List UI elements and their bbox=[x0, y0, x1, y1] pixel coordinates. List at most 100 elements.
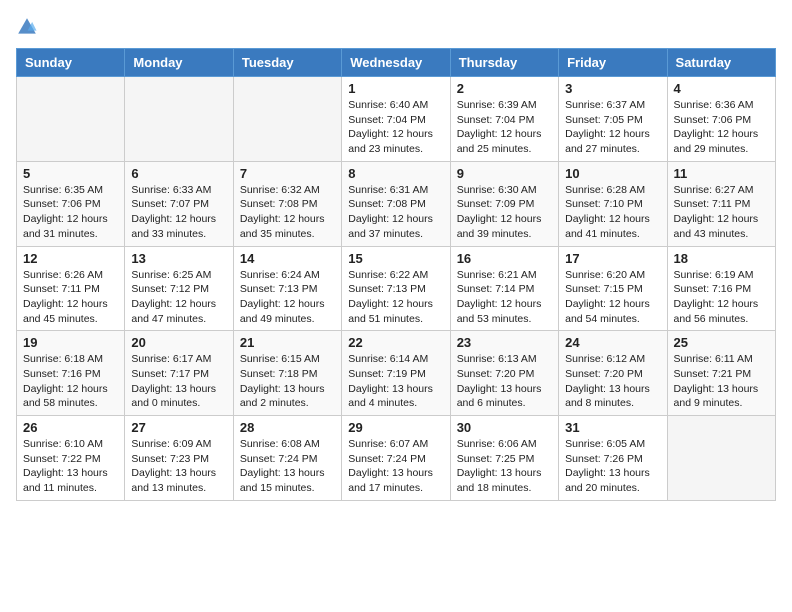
calendar-week-row: 26 Sunrise: 6:10 AMSunset: 7:22 PMDayligh… bbox=[17, 416, 776, 501]
day-number: 9 bbox=[457, 166, 552, 181]
day-number: 26 bbox=[23, 420, 118, 435]
calendar-week-row: 1 Sunrise: 6:40 AMSunset: 7:04 PMDaylight… bbox=[17, 77, 776, 162]
day-info: Sunrise: 6:10 AMSunset: 7:22 PMDaylight:… bbox=[23, 437, 118, 496]
day-number: 29 bbox=[348, 420, 443, 435]
weekday-header: Tuesday bbox=[233, 49, 341, 77]
day-info: Sunrise: 6:39 AMSunset: 7:04 PMDaylight:… bbox=[457, 98, 552, 157]
day-number: 17 bbox=[565, 251, 660, 266]
calendar-day-cell: 15 Sunrise: 6:22 AMSunset: 7:13 PMDayligh… bbox=[342, 246, 450, 331]
day-info: Sunrise: 6:32 AMSunset: 7:08 PMDaylight:… bbox=[240, 183, 335, 242]
calendar-day-cell: 5 Sunrise: 6:35 AMSunset: 7:06 PMDaylight… bbox=[17, 161, 125, 246]
day-number: 11 bbox=[674, 166, 769, 181]
day-info: Sunrise: 6:12 AMSunset: 7:20 PMDaylight:… bbox=[565, 352, 660, 411]
day-info: Sunrise: 6:08 AMSunset: 7:24 PMDaylight:… bbox=[240, 437, 335, 496]
calendar-day-cell: 22Sunrise: 6:14 AMSunset: 7:19 PMDayligh… bbox=[342, 331, 450, 416]
day-info: Sunrise: 6:26 AMSunset: 7:11 PMDaylight:… bbox=[23, 268, 118, 327]
calendar-day-cell: 7 Sunrise: 6:32 AMSunset: 7:08 PMDaylight… bbox=[233, 161, 341, 246]
day-info: Sunrise: 6:11 AMSunset: 7:21 PMDaylight:… bbox=[674, 352, 769, 411]
page-header bbox=[16, 16, 776, 38]
weekday-header: Friday bbox=[559, 49, 667, 77]
day-info: Sunrise: 6:28 AMSunset: 7:10 PMDaylight:… bbox=[565, 183, 660, 242]
day-info: Sunrise: 6:09 AMSunset: 7:23 PMDaylight:… bbox=[131, 437, 226, 496]
logo-icon bbox=[16, 16, 38, 38]
day-number: 31 bbox=[565, 420, 660, 435]
day-number: 24 bbox=[565, 335, 660, 350]
day-info: Sunrise: 6:21 AMSunset: 7:14 PMDaylight:… bbox=[457, 268, 552, 327]
day-info: Sunrise: 6:25 AMSunset: 7:12 PMDaylight:… bbox=[131, 268, 226, 327]
calendar-day-cell: 6 Sunrise: 6:33 AMSunset: 7:07 PMDaylight… bbox=[125, 161, 233, 246]
calendar-day-cell: 8 Sunrise: 6:31 AMSunset: 7:08 PMDaylight… bbox=[342, 161, 450, 246]
day-number: 8 bbox=[348, 166, 443, 181]
day-info: Sunrise: 6:35 AMSunset: 7:06 PMDaylight:… bbox=[23, 183, 118, 242]
calendar-table: SundayMondayTuesdayWednesdayThursdayFrid… bbox=[16, 48, 776, 501]
calendar-day-cell: 30 Sunrise: 6:06 AMSunset: 7:25 PMDayligh… bbox=[450, 416, 558, 501]
day-info: Sunrise: 6:33 AMSunset: 7:07 PMDaylight:… bbox=[131, 183, 226, 242]
day-info: Sunrise: 6:07 AMSunset: 7:24 PMDaylight:… bbox=[348, 437, 443, 496]
day-info: Sunrise: 6:27 AMSunset: 7:11 PMDaylight:… bbox=[674, 183, 769, 242]
calendar-day-cell: 3Sunrise: 6:37 AMSunset: 7:05 PMDaylight… bbox=[559, 77, 667, 162]
day-number: 6 bbox=[131, 166, 226, 181]
calendar-day-cell: 13 Sunrise: 6:25 AMSunset: 7:12 PMDayligh… bbox=[125, 246, 233, 331]
calendar-day-cell: 25 Sunrise: 6:11 AMSunset: 7:21 PMDayligh… bbox=[667, 331, 775, 416]
calendar-day-cell: 12 Sunrise: 6:26 AMSunset: 7:11 PMDayligh… bbox=[17, 246, 125, 331]
calendar-day-cell: 28Sunrise: 6:08 AMSunset: 7:24 PMDayligh… bbox=[233, 416, 341, 501]
day-info: Sunrise: 6:36 AMSunset: 7:06 PMDaylight:… bbox=[674, 98, 769, 157]
day-info: Sunrise: 6:24 AMSunset: 7:13 PMDaylight:… bbox=[240, 268, 335, 327]
day-number: 7 bbox=[240, 166, 335, 181]
calendar-day-cell: 26 Sunrise: 6:10 AMSunset: 7:22 PMDayligh… bbox=[17, 416, 125, 501]
day-info: Sunrise: 6:20 AMSunset: 7:15 PMDaylight:… bbox=[565, 268, 660, 327]
day-info: Sunrise: 6:14 AMSunset: 7:19 PMDaylight:… bbox=[348, 352, 443, 411]
calendar-day-cell: 29 Sunrise: 6:07 AMSunset: 7:24 PMDayligh… bbox=[342, 416, 450, 501]
calendar-day-cell: 18Sunrise: 6:19 AMSunset: 7:16 PMDayligh… bbox=[667, 246, 775, 331]
calendar-day-cell: 21 Sunrise: 6:15 AMSunset: 7:18 PMDayligh… bbox=[233, 331, 341, 416]
calendar-day-cell: 16 Sunrise: 6:21 AMSunset: 7:14 PMDayligh… bbox=[450, 246, 558, 331]
calendar-week-row: 5 Sunrise: 6:35 AMSunset: 7:06 PMDaylight… bbox=[17, 161, 776, 246]
day-info: Sunrise: 6:05 AMSunset: 7:26 PMDaylight:… bbox=[565, 437, 660, 496]
day-number: 10 bbox=[565, 166, 660, 181]
day-info: Sunrise: 6:31 AMSunset: 7:08 PMDaylight:… bbox=[348, 183, 443, 242]
calendar-day-cell bbox=[667, 416, 775, 501]
day-info: Sunrise: 6:19 AMSunset: 7:16 PMDaylight:… bbox=[674, 268, 769, 327]
day-number: 2 bbox=[457, 81, 552, 96]
calendar-day-cell: 20Sunrise: 6:17 AMSunset: 7:17 PMDayligh… bbox=[125, 331, 233, 416]
calendar-week-row: 12 Sunrise: 6:26 AMSunset: 7:11 PMDayligh… bbox=[17, 246, 776, 331]
calendar-header-row: SundayMondayTuesdayWednesdayThursdayFrid… bbox=[17, 49, 776, 77]
day-info: Sunrise: 6:06 AMSunset: 7:25 PMDaylight:… bbox=[457, 437, 552, 496]
day-number: 21 bbox=[240, 335, 335, 350]
weekday-header: Monday bbox=[125, 49, 233, 77]
calendar-day-cell: 9 Sunrise: 6:30 AMSunset: 7:09 PMDaylight… bbox=[450, 161, 558, 246]
calendar-day-cell: 24 Sunrise: 6:12 AMSunset: 7:20 PMDayligh… bbox=[559, 331, 667, 416]
day-info: Sunrise: 6:13 AMSunset: 7:20 PMDaylight:… bbox=[457, 352, 552, 411]
day-number: 12 bbox=[23, 251, 118, 266]
calendar-day-cell bbox=[125, 77, 233, 162]
calendar-day-cell: 19 Sunrise: 6:18 AMSunset: 7:16 PMDayligh… bbox=[17, 331, 125, 416]
calendar-week-row: 19 Sunrise: 6:18 AMSunset: 7:16 PMDayligh… bbox=[17, 331, 776, 416]
calendar-day-cell: 23 Sunrise: 6:13 AMSunset: 7:20 PMDayligh… bbox=[450, 331, 558, 416]
weekday-header: Sunday bbox=[17, 49, 125, 77]
calendar-day-cell: 11 Sunrise: 6:27 AMSunset: 7:11 PMDayligh… bbox=[667, 161, 775, 246]
day-info: Sunrise: 6:22 AMSunset: 7:13 PMDaylight:… bbox=[348, 268, 443, 327]
day-number: 25 bbox=[674, 335, 769, 350]
day-number: 5 bbox=[23, 166, 118, 181]
day-info: Sunrise: 6:40 AMSunset: 7:04 PMDaylight:… bbox=[348, 98, 443, 157]
calendar-day-cell: 10 Sunrise: 6:28 AMSunset: 7:10 PMDayligh… bbox=[559, 161, 667, 246]
day-number: 27 bbox=[131, 420, 226, 435]
weekday-header: Thursday bbox=[450, 49, 558, 77]
day-info: Sunrise: 6:15 AMSunset: 7:18 PMDaylight:… bbox=[240, 352, 335, 411]
day-number: 19 bbox=[23, 335, 118, 350]
day-number: 13 bbox=[131, 251, 226, 266]
calendar-day-cell: 1 Sunrise: 6:40 AMSunset: 7:04 PMDaylight… bbox=[342, 77, 450, 162]
calendar-day-cell bbox=[233, 77, 341, 162]
weekday-header: Wednesday bbox=[342, 49, 450, 77]
day-number: 15 bbox=[348, 251, 443, 266]
calendar-day-cell: 2 Sunrise: 6:39 AMSunset: 7:04 PMDaylight… bbox=[450, 77, 558, 162]
day-number: 20 bbox=[131, 335, 226, 350]
day-info: Sunrise: 6:18 AMSunset: 7:16 PMDaylight:… bbox=[23, 352, 118, 411]
day-info: Sunrise: 6:30 AMSunset: 7:09 PMDaylight:… bbox=[457, 183, 552, 242]
day-number: 16 bbox=[457, 251, 552, 266]
day-number: 1 bbox=[348, 81, 443, 96]
day-number: 30 bbox=[457, 420, 552, 435]
day-number: 23 bbox=[457, 335, 552, 350]
day-number: 14 bbox=[240, 251, 335, 266]
day-number: 3 bbox=[565, 81, 660, 96]
